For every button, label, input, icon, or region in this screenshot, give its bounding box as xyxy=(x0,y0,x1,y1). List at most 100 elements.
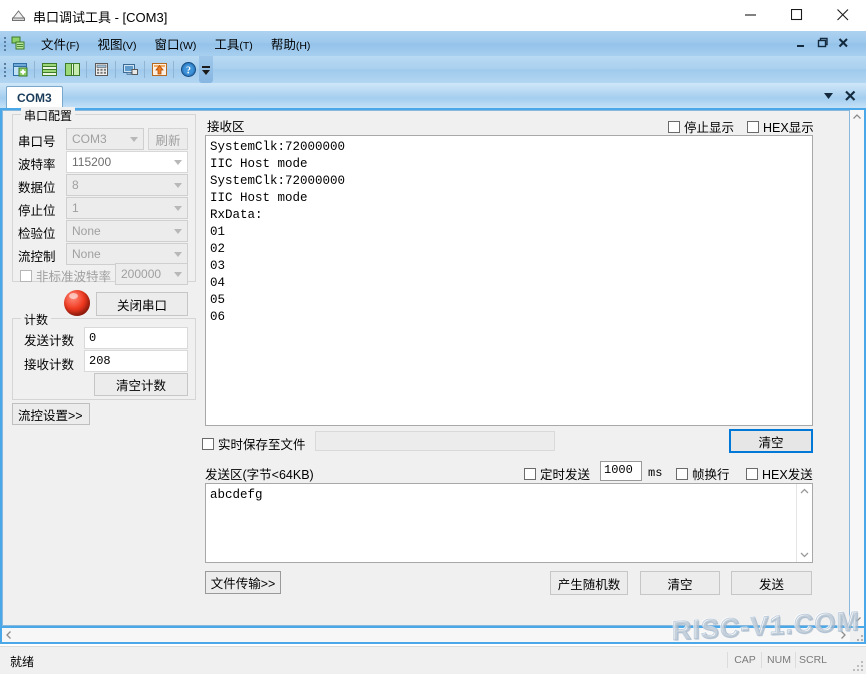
tx-count-value: 0 xyxy=(89,331,97,345)
close-port-label: 关闭串口 xyxy=(116,298,167,313)
receive-textarea[interactable]: SystemClk:72000000 IIC Host mode SystemC… xyxy=(205,135,813,426)
databits-select[interactable]: 8 xyxy=(66,174,188,196)
help-icon[interactable]: ? xyxy=(179,60,198,79)
toolbar-drag-handle[interactable] xyxy=(4,63,7,77)
file-transfer-button[interactable]: 文件传输>> xyxy=(205,571,281,594)
save-file-path-input[interactable] xyxy=(315,431,555,451)
random-data-button[interactable]: 产生随机数 xyxy=(550,571,628,595)
upload-icon[interactable] xyxy=(150,60,169,79)
frame-newline-checkbox[interactable]: 帧换行 xyxy=(676,464,730,483)
close-port-button[interactable]: 关闭串口 xyxy=(96,292,188,316)
stop-display-checkbox[interactable]: 停止显示 xyxy=(668,117,734,136)
hex-display-checkbox[interactable]: HEX显示 xyxy=(747,117,814,136)
mdi-minimize-icon[interactable] xyxy=(794,35,810,51)
menu-item-help[interactable]: 帮助(H) xyxy=(262,31,320,56)
tile-vertical-icon[interactable] xyxy=(63,60,82,79)
flow-select[interactable]: None xyxy=(66,243,188,265)
client-vertical-scrollbar[interactable] xyxy=(849,110,864,626)
save-to-file-checkbox[interactable]: 实时保存至文件 xyxy=(202,434,306,453)
tx-count-label: 发送计数 xyxy=(24,334,75,348)
port-value: COM3 xyxy=(72,132,107,146)
menu-item-tools[interactable]: 工具(T) xyxy=(205,31,261,56)
application-window: 串口调试工具 - [COM3] 文件(F) 视图(V) 窗口(W) 工具(T) xyxy=(0,0,866,674)
send-textarea[interactable]: abcdefg xyxy=(205,483,813,563)
port-label: 串口号 xyxy=(18,134,56,149)
tab-bar: COM3 xyxy=(0,83,866,109)
checkbox-box xyxy=(747,120,759,133)
stopbits-row: 停止位 xyxy=(18,198,64,220)
menu-item-view[interactable]: 视图(V) xyxy=(88,31,145,56)
hex-send-checkbox[interactable]: HEX发送 xyxy=(746,464,813,483)
tab-close-icon[interactable] xyxy=(843,88,858,103)
flow-value: None xyxy=(72,247,101,261)
checkbox-box xyxy=(668,120,680,133)
refresh-button[interactable]: 刷新 xyxy=(148,128,188,150)
scroll-left-icon[interactable] xyxy=(2,628,16,642)
menu-item-window[interactable]: 窗口(W) xyxy=(145,31,205,56)
chevron-down-icon xyxy=(174,272,182,277)
send-button[interactable]: 发送 xyxy=(731,571,812,595)
send-vertical-scrollbar[interactable] xyxy=(796,484,812,562)
menu-label: 帮助 xyxy=(270,38,296,52)
title-bar: 串口调试工具 - [COM3] xyxy=(0,0,866,32)
scroll-down-icon[interactable] xyxy=(850,612,864,626)
toolbar-overflow-icon[interactable] xyxy=(199,56,213,83)
custom-baud-label: 非标准波特率 xyxy=(36,270,112,284)
stopbits-select[interactable]: 1 xyxy=(66,197,188,219)
toolbar-separator xyxy=(86,61,87,78)
baud-label: 波特率 xyxy=(18,157,56,172)
client-horizontal-scrollbar[interactable] xyxy=(2,628,850,642)
menu-bar: 文件(F) 视图(V) 窗口(W) 工具(T) 帮助(H) xyxy=(0,31,866,56)
menu-label: 视图 xyxy=(97,38,123,52)
tile-horizontal-icon[interactable] xyxy=(40,60,59,79)
parity-value: None xyxy=(72,224,101,238)
status-resize-grip[interactable] xyxy=(852,660,863,671)
clear-counter-button[interactable]: 清空计数 xyxy=(94,373,188,396)
serial-tool-icon xyxy=(10,7,27,24)
scroll-up-icon[interactable] xyxy=(850,110,864,124)
minimize-button[interactable] xyxy=(728,0,774,30)
refresh-label: 刷新 xyxy=(155,133,181,148)
clear-send-button[interactable]: 清空 xyxy=(640,571,720,595)
mdi-close-icon[interactable] xyxy=(836,35,852,51)
clear-counter-label: 清空计数 xyxy=(115,379,166,393)
toolbar-separator xyxy=(144,61,145,78)
status-text: 就绪 xyxy=(10,655,35,669)
mdi-restore-icon[interactable] xyxy=(814,35,830,51)
resize-grip xyxy=(850,628,864,642)
send-interval-input[interactable]: 1000 xyxy=(600,461,642,481)
custom-baud-checkbox[interactable]: 非标准波特率 xyxy=(20,266,111,285)
close-button[interactable] xyxy=(820,0,866,30)
menu-item-file[interactable]: 文件(F) xyxy=(32,31,88,56)
toolbar: ? xyxy=(0,56,866,83)
rx-count-field[interactable]: 208 xyxy=(84,350,188,372)
menu-accel: (W) xyxy=(179,40,197,52)
checkbox-box xyxy=(676,467,688,480)
menu-drag-handle[interactable] xyxy=(4,37,7,51)
scroll-up-icon[interactable] xyxy=(797,484,812,499)
port-select[interactable]: COM3 xyxy=(66,128,144,150)
tx-count-field[interactable]: 0 xyxy=(84,327,188,349)
clear-send-label: 清空 xyxy=(667,577,693,592)
new-window-icon[interactable] xyxy=(11,60,30,79)
custom-baud-select[interactable]: 200000 xyxy=(115,263,188,285)
clear-receive-button[interactable]: 清空 xyxy=(729,429,813,453)
maximize-button[interactable] xyxy=(774,0,820,30)
timed-send-checkbox[interactable]: 定时发送 xyxy=(524,464,590,483)
flow-label: 流控制 xyxy=(18,249,56,264)
scroll-down-icon[interactable] xyxy=(797,547,812,562)
toolbar-separator xyxy=(34,61,35,78)
parity-select[interactable]: None xyxy=(66,220,188,242)
scroll-right-icon[interactable] xyxy=(836,628,850,642)
calculator-icon[interactable] xyxy=(92,60,111,79)
terminal-icon[interactable] xyxy=(121,60,140,79)
menu-label: 工具 xyxy=(214,38,240,52)
baud-select[interactable]: 115200 xyxy=(66,151,188,173)
receive-title: 接收区 xyxy=(207,120,245,134)
flow-settings-button[interactable]: 流控设置>> xyxy=(12,403,90,425)
port-row: 串口号 xyxy=(18,129,64,151)
send-interval-value: 1000 xyxy=(604,463,633,477)
tab-list-icon[interactable] xyxy=(821,88,836,103)
rx-count-value: 208 xyxy=(89,354,111,368)
tab-com3[interactable]: COM3 xyxy=(6,86,63,109)
